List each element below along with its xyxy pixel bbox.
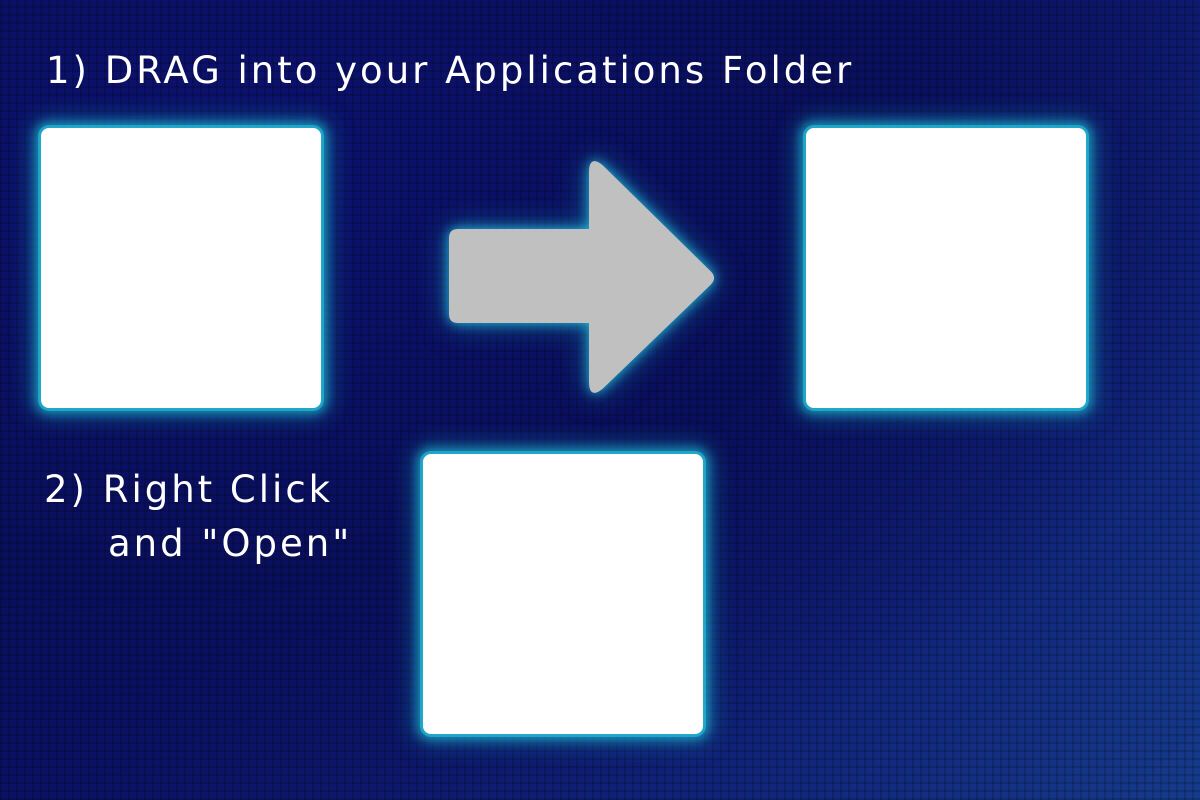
applications-folder-icon[interactable] — [806, 128, 1086, 408]
step1-instruction: 1) DRAG into your Applications Folder — [46, 49, 855, 92]
step2-instruction-line2: and "Open" — [108, 522, 353, 565]
app-icon[interactable] — [41, 128, 321, 408]
app-icon-open[interactable] — [423, 454, 703, 734]
step2-instruction-line1: 2) Right Click — [44, 468, 334, 511]
arrow-right-icon — [449, 161, 714, 393]
